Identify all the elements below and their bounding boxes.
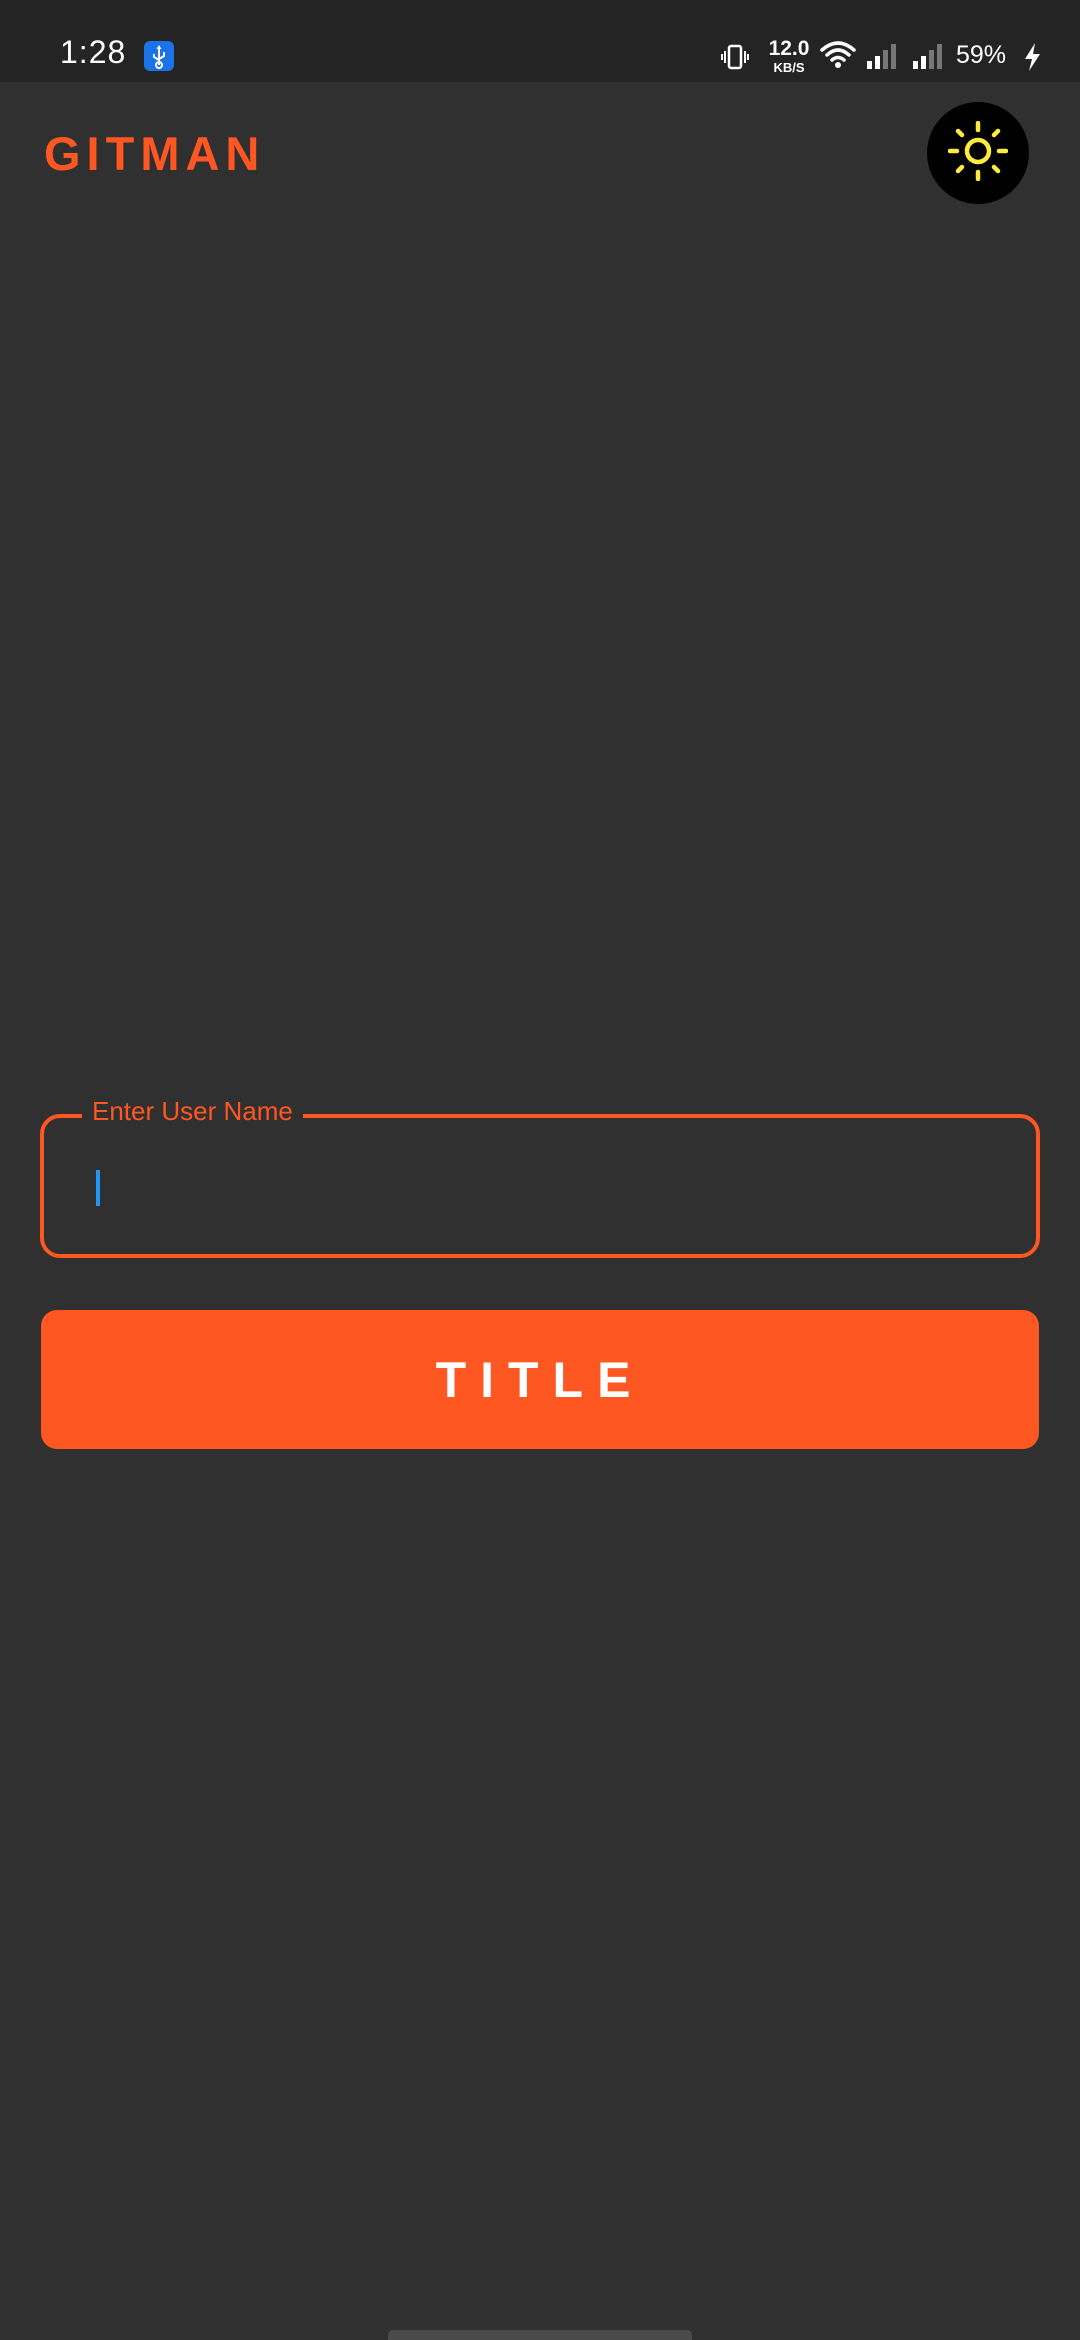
- sun-icon: [947, 120, 1009, 186]
- vibrate-icon: [720, 42, 750, 77]
- charging-icon: [1022, 42, 1042, 77]
- text-cursor: [96, 1170, 100, 1206]
- status-bar: 1:28 12.0 KB/S 59%: [0, 0, 1080, 82]
- username-label: Enter User Name: [82, 1096, 303, 1127]
- home-indicator[interactable]: [388, 2330, 692, 2340]
- signal-icon: [866, 44, 900, 75]
- wifi-icon: [820, 40, 856, 75]
- theme-toggle-button[interactable]: [927, 102, 1029, 204]
- network-speed: 12.0 KB/S: [766, 38, 812, 74]
- app-title: GITMAN: [44, 127, 266, 180]
- username-field[interactable]: Enter User Name: [40, 1096, 1040, 1258]
- signal-icon: [912, 44, 946, 75]
- network-speed-unit: KB/S: [773, 60, 805, 75]
- battery-percent: 59%: [956, 41, 1007, 69]
- usb-icon: [144, 41, 174, 71]
- network-speed-value: 12.0: [768, 37, 810, 60]
- username-input[interactable]: [90, 1148, 994, 1226]
- status-time: 1:28: [60, 34, 127, 70]
- title-button[interactable]: TITLE: [41, 1310, 1039, 1449]
